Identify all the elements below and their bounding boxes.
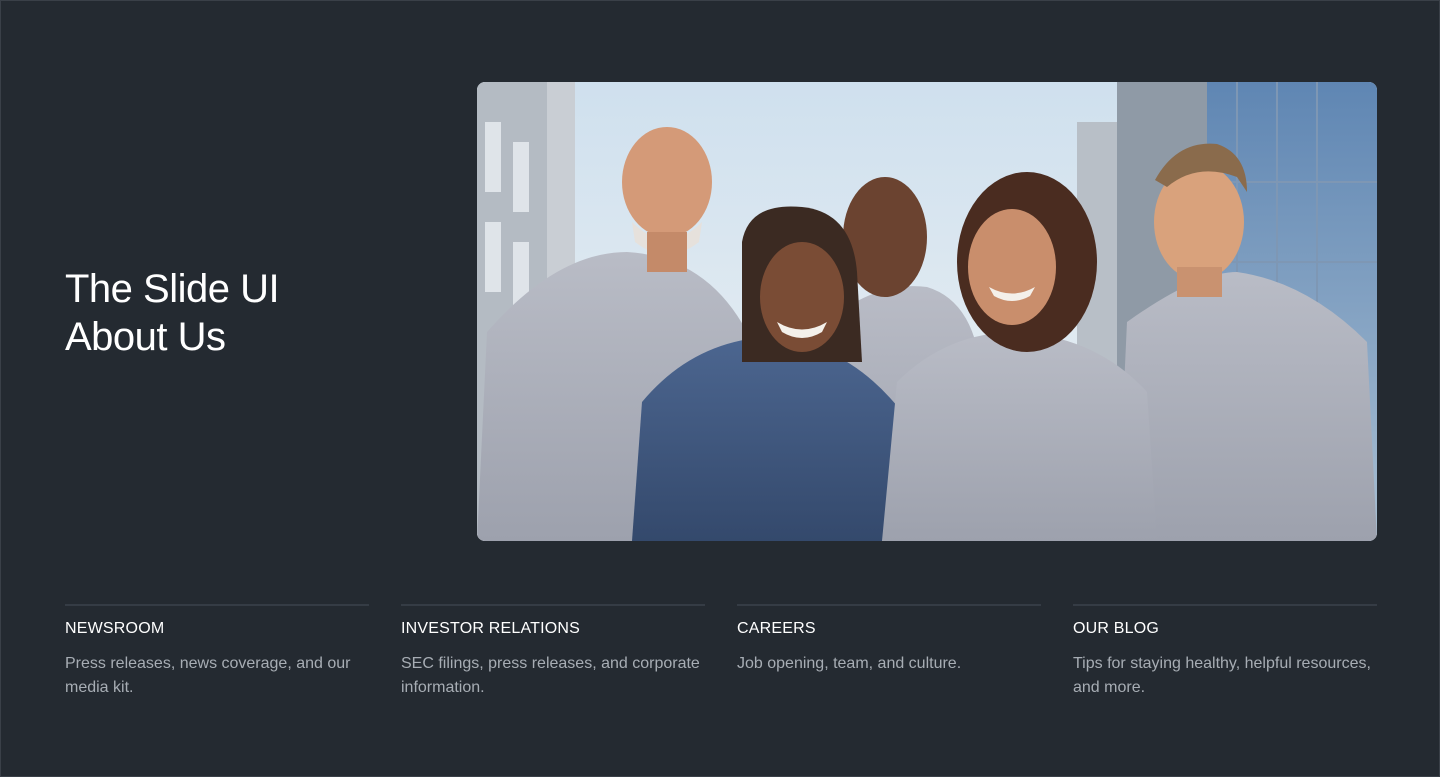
page-title: The Slide UI About Us — [65, 265, 280, 361]
link-investor-relations-title: INVESTOR RELATIONS — [401, 620, 581, 637]
link-our-blog[interactable]: OUR BLOG Tips for staying healthy, helpf… — [1073, 604, 1377, 700]
link-careers[interactable]: CAREERS Job opening, team, and culture. — [737, 604, 1041, 700]
footer-links: NEWSROOM Press releases, news coverage, … — [65, 604, 1377, 700]
link-our-blog-description: Tips for staying healthy, helpful resour… — [1073, 655, 1371, 696]
link-careers-title: CAREERS — [737, 620, 816, 637]
link-investor-relations[interactable]: INVESTOR RELATIONS SEC filings, press re… — [401, 604, 705, 700]
link-newsroom-description: Press releases, news coverage, and our m… — [65, 655, 351, 696]
page-title-line-1: The Slide UI — [65, 267, 280, 311]
link-investor-relations-description: SEC filings, press releases, and corpora… — [401, 655, 700, 696]
link-careers-description: Job opening, team, and culture. — [737, 655, 962, 672]
page-title-line-2: About Us — [65, 315, 226, 359]
link-newsroom-title: NEWSROOM — [65, 620, 165, 637]
team-photo — [477, 82, 1377, 541]
page: The Slide UI About Us NEWSROOM Press rel… — [0, 0, 1440, 777]
link-our-blog-title: OUR BLOG — [1073, 620, 1160, 637]
link-newsroom[interactable]: NEWSROOM Press releases, news coverage, … — [65, 604, 369, 700]
